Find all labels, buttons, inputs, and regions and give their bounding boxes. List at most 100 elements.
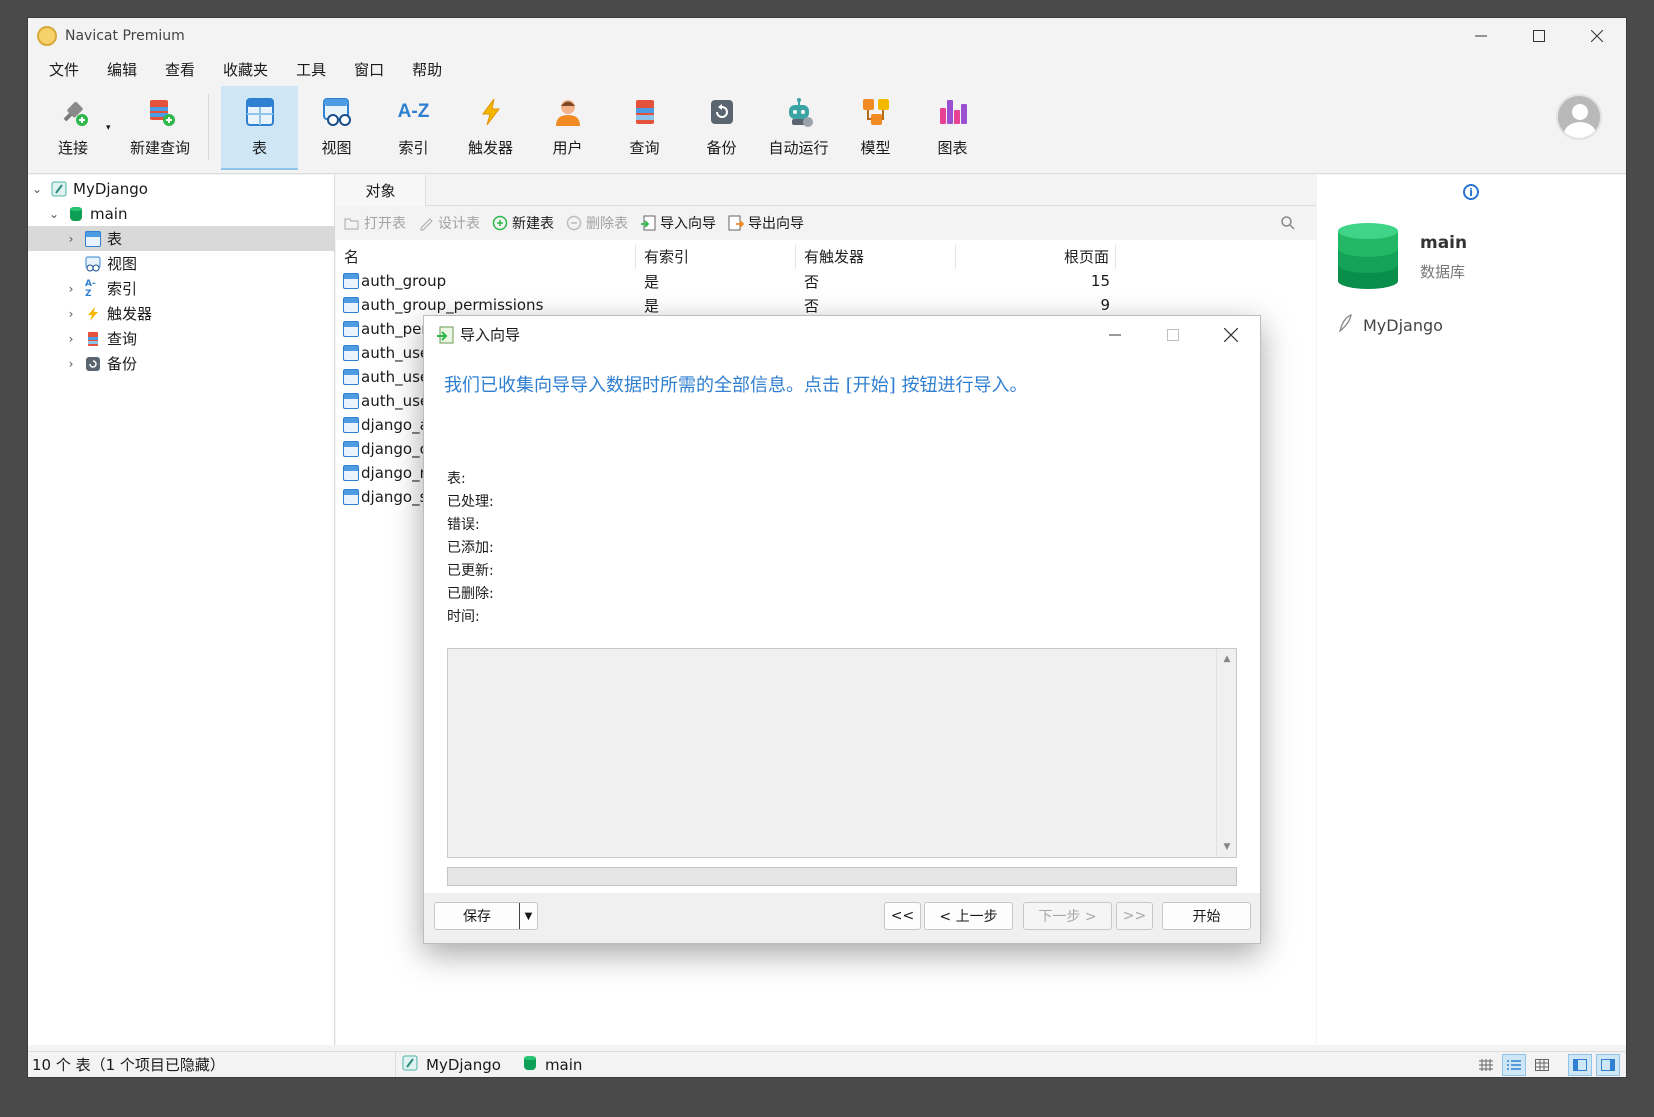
- lightning-icon: [473, 94, 509, 130]
- minimize-button[interactable]: [1452, 18, 1510, 54]
- view-button[interactable]: 视图: [298, 86, 375, 170]
- toggle-sidebar-button[interactable]: [1568, 1054, 1592, 1076]
- chevron-right-icon[interactable]: ›: [63, 282, 79, 296]
- tree-triggers[interactable]: › 触发器: [28, 301, 335, 326]
- tree-queries[interactable]: › 查询: [28, 326, 335, 351]
- menu-edit[interactable]: 编辑: [93, 54, 151, 86]
- toolbar-separator: [208, 94, 209, 160]
- backup-button[interactable]: 备份: [683, 86, 760, 170]
- connect-button[interactable]: 连接: [40, 86, 106, 170]
- table-row[interactable]: auth_group_permissions 是 否 9: [336, 293, 1116, 317]
- import-wizard-label: 导入向导: [660, 216, 716, 232]
- import-log[interactable]: ▲ ▼: [447, 648, 1237, 858]
- start-button[interactable]: 开始: [1162, 902, 1251, 930]
- cell-root-page: 9: [1100, 296, 1110, 314]
- stat-errors: 错误:: [447, 517, 480, 533]
- tree-database-main[interactable]: ⌄ main: [28, 201, 335, 226]
- database-icon: [1338, 223, 1398, 289]
- save-button[interactable]: 保存 ▼: [434, 902, 538, 930]
- close-button[interactable]: [1568, 18, 1626, 54]
- detail-view-button[interactable]: [1502, 1054, 1526, 1076]
- search-icon[interactable]: [1280, 215, 1296, 231]
- connect-dropdown-chevron-icon[interactable]: ▾: [106, 86, 118, 170]
- new-table-button[interactable]: 新建表: [492, 213, 554, 233]
- tree-connection-mydjango[interactable]: ⌄ MyDjango: [28, 176, 335, 201]
- new-query-button[interactable]: 新建查询: [118, 86, 202, 170]
- maximize-button[interactable]: [1510, 18, 1568, 54]
- chevron-right-icon[interactable]: ›: [63, 332, 79, 346]
- chart-button[interactable]: 图表: [914, 86, 991, 170]
- list-view-button[interactable]: [1474, 1054, 1498, 1076]
- tree-backups[interactable]: › 备份: [28, 351, 335, 376]
- trigger-button[interactable]: 触发器: [452, 86, 529, 170]
- menu-view[interactable]: 查看: [151, 54, 209, 86]
- dialog-title: 导入向导: [460, 326, 521, 344]
- status-connection: MyDjango: [402, 1055, 501, 1075]
- delete-table-button[interactable]: 删除表: [566, 213, 628, 233]
- chevron-down-icon[interactable]: ⌄: [29, 182, 45, 196]
- index-button[interactable]: A-Z 索引: [375, 86, 452, 170]
- dialog-footer: 保存 ▼ << < 上一步 下一步 > >> 开始: [424, 893, 1260, 945]
- table-row[interactable]: auth_group 是 否 15: [336, 269, 1116, 293]
- scroll-up-arrow-icon[interactable]: ▲: [1221, 653, 1233, 665]
- column-header-indexed[interactable]: 有索引: [636, 245, 796, 269]
- tree-label: 表: [107, 230, 123, 248]
- chevron-right-icon[interactable]: ›: [63, 232, 79, 246]
- add-circle-icon: [492, 215, 508, 231]
- sqlite-connection-icon: [402, 1055, 418, 1075]
- tree-views[interactable]: 视图: [28, 251, 335, 276]
- user-icon: [550, 94, 586, 130]
- menu-favorites[interactable]: 收藏夹: [209, 54, 282, 86]
- import-wizard-button[interactable]: 导入向导: [640, 213, 716, 233]
- navigation-tree: ⌄ MyDjango ⌄ main › 表 视图 › A-Z 索引 › 触发器 …: [28, 175, 335, 1045]
- model-button[interactable]: 模型: [837, 86, 914, 170]
- menu-help[interactable]: 帮助: [398, 54, 456, 86]
- automation-button[interactable]: 自动运行: [760, 86, 837, 170]
- chevron-down-icon[interactable]: ⌄: [46, 207, 62, 221]
- account-avatar[interactable]: [1556, 94, 1602, 140]
- dialog-title-bar: 导入向导: [424, 316, 1260, 353]
- chart-icon: [935, 94, 971, 130]
- database-icon: [523, 1055, 537, 1075]
- query-button[interactable]: 查询: [606, 86, 683, 170]
- column-header-trigger[interactable]: 有触发器: [796, 245, 956, 269]
- plug-icon: [55, 94, 91, 130]
- first-step-button[interactable]: <<: [884, 902, 921, 930]
- status-database: main: [523, 1055, 582, 1075]
- chevron-right-icon[interactable]: ›: [63, 357, 79, 371]
- dialog-minimize-button[interactable]: [1086, 316, 1144, 353]
- open-table-button[interactable]: 打开表: [344, 213, 406, 233]
- table-icon: [242, 94, 278, 130]
- menu-tools[interactable]: 工具: [282, 54, 340, 86]
- scroll-down-arrow-icon[interactable]: ▼: [1221, 841, 1233, 853]
- table-button[interactable]: 表: [221, 86, 298, 170]
- table-icon: [343, 465, 359, 481]
- stat-tables: 表:: [447, 471, 466, 487]
- tree-tables[interactable]: › 表: [28, 226, 335, 251]
- er-view-button[interactable]: [1530, 1054, 1554, 1076]
- back-button[interactable]: < 上一步: [924, 902, 1013, 930]
- table-icon: [343, 345, 359, 361]
- info-icon[interactable]: i: [1463, 184, 1479, 200]
- tree-indexes[interactable]: › A-Z 索引: [28, 276, 335, 301]
- design-table-button[interactable]: 设计表: [418, 213, 480, 233]
- column-header-name[interactable]: 名: [336, 245, 636, 269]
- dialog-close-button[interactable]: [1202, 316, 1260, 353]
- remove-circle-icon: [566, 215, 582, 231]
- menu-window[interactable]: 窗口: [340, 54, 398, 86]
- close-icon: [1224, 327, 1238, 342]
- navicat-logo-icon: [37, 26, 57, 46]
- export-wizard-button[interactable]: 导出向导: [728, 213, 804, 233]
- table-icon: [85, 230, 101, 247]
- tab-objects[interactable]: 对象: [336, 175, 426, 206]
- save-dropdown-chevron-icon[interactable]: ▼: [519, 903, 537, 929]
- table-icon: [343, 321, 359, 337]
- toggle-info-panel-button[interactable]: [1596, 1054, 1620, 1076]
- chevron-right-icon[interactable]: ›: [63, 307, 79, 321]
- menu-file[interactable]: 文件: [35, 54, 93, 86]
- delete-table-label: 删除表: [586, 216, 628, 232]
- main-toolbar: 连接 ▾ 新建查询 表 视图 A-Z 索引 触发器 用户 查询 备份 自动运行 …: [28, 86, 1626, 174]
- user-button[interactable]: 用户: [529, 86, 606, 170]
- log-scrollbar[interactable]: ▲ ▼: [1216, 649, 1236, 857]
- column-header-root-page[interactable]: 根页面: [956, 245, 1116, 269]
